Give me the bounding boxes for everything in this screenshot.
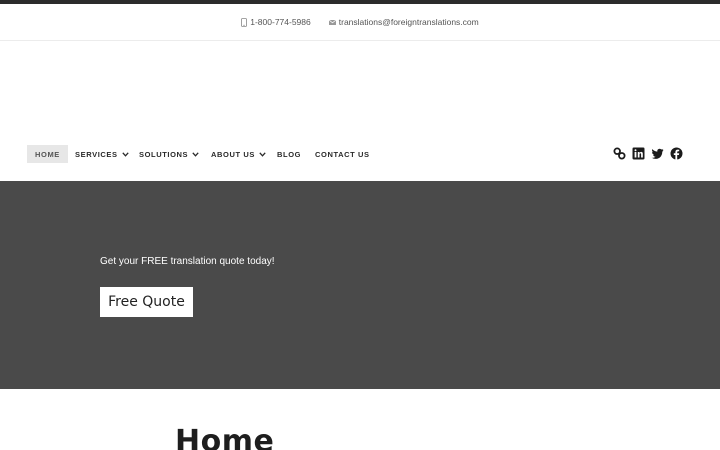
chevron-down-icon	[259, 151, 266, 157]
contact-bar: 1-800-774-5986 translations@foreigntrans…	[0, 4, 720, 41]
nav-item-services[interactable]: SERVICES	[75, 145, 129, 163]
envelope-icon	[328, 19, 336, 25]
twitter-icon[interactable]	[651, 147, 664, 160]
nav-item-label: HOME	[35, 149, 60, 159]
main-navigation: HOME SERVICES SOLUTIONS ABOUT US BLOG CO…	[0, 139, 720, 169]
nav-item-about-us[interactable]: ABOUT US	[211, 145, 266, 163]
phone-link[interactable]: 1-800-774-5986	[241, 17, 311, 27]
chevron-down-icon	[192, 151, 199, 157]
facebook-icon[interactable]	[670, 147, 683, 160]
email-address: translations@foreigntranslations.com	[338, 17, 479, 27]
nav-item-label: SOLUTIONS	[139, 149, 189, 159]
chevron-down-icon	[121, 151, 129, 157]
phone-icon	[241, 17, 248, 27]
link-icon[interactable]	[613, 147, 626, 160]
nav-item-label: ABOUT US	[211, 149, 255, 159]
nav-item-label: BLOG	[277, 149, 302, 159]
page-title: Home	[175, 424, 275, 450]
email-link[interactable]: translations@foreigntranslations.com	[328, 17, 479, 27]
free-quote-button[interactable]: Free Quote	[100, 287, 193, 317]
nav-item-solutions[interactable]: SOLUTIONS	[139, 145, 199, 163]
hero-tagline: Get your FREE translation quote today!	[100, 256, 275, 267]
linkedin-icon[interactable]	[632, 147, 645, 160]
nav-item-contact-us[interactable]: CONTACT US	[315, 145, 370, 163]
hero-banner: Get your FREE translation quote today! F…	[0, 181, 720, 389]
phone-number: 1-800-774-5986	[250, 17, 311, 27]
nav-item-label: CONTACT US	[315, 149, 370, 159]
nav-item-label: SERVICES	[75, 149, 118, 159]
nav-item-blog[interactable]: BLOG	[277, 145, 301, 163]
nav-item-home[interactable]: HOME	[27, 145, 68, 163]
